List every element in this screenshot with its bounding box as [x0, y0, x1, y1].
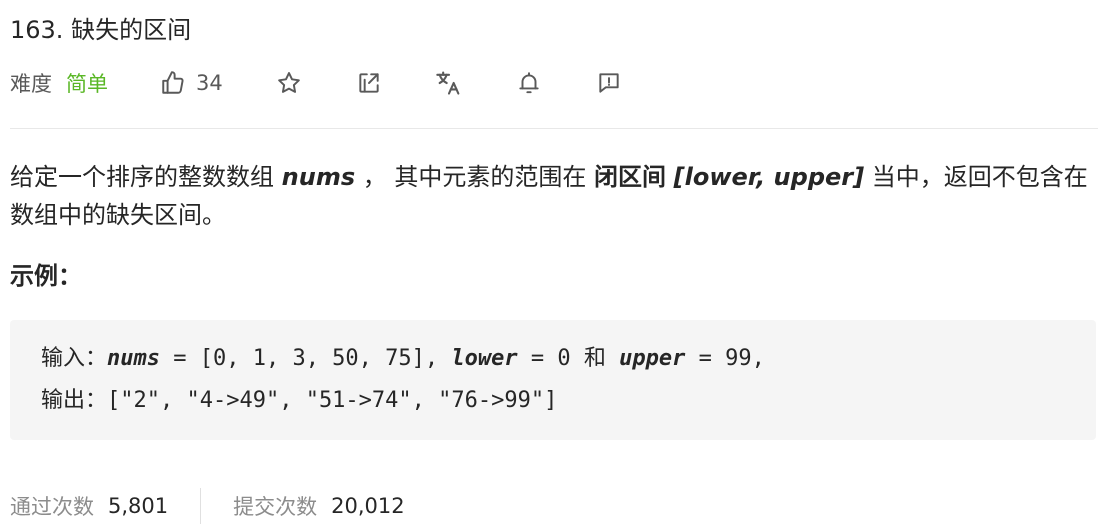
like-count: 34 — [196, 71, 223, 95]
output-value: ["2", "4->49", "51->74", "76->99"] — [107, 388, 558, 413]
desc-text: ， 其中元素的范围在 — [355, 163, 594, 191]
upper-value: = 99, — [685, 346, 765, 371]
lower-keyword: lower — [451, 346, 518, 371]
translate-button[interactable] — [435, 69, 463, 97]
output-label: 输出： — [41, 388, 108, 413]
bell-icon — [516, 70, 542, 96]
nums-keyword: nums — [107, 346, 160, 371]
nums-value: = [0, 1, 3, 50, 75], — [160, 346, 452, 371]
favorite-button[interactable] — [275, 69, 303, 97]
desc-text: 给定一个排序的整数数组 — [10, 163, 282, 191]
input-label: 输入： — [41, 346, 108, 371]
share-button[interactable] — [355, 69, 383, 97]
example-code-block: 输入：nums = [0, 1, 3, 50, 75], lower = 0 和… — [10, 320, 1096, 440]
thumbs-up-icon — [160, 70, 186, 96]
and-text: 和 — [583, 346, 606, 371]
example-title: 示例： — [10, 262, 82, 290]
submissions-label: 提交次数 — [233, 495, 318, 519]
accepted-value: 5,801 — [108, 494, 169, 518]
star-icon — [276, 70, 302, 96]
example-output-line: 输出：["2", "4->49", "51->74", "76->99"] — [41, 386, 557, 416]
like-button[interactable]: 34 — [160, 70, 223, 96]
desc-range: [lower, upper] — [673, 163, 865, 191]
problem-title: 163. 缺失的区间 — [10, 16, 192, 44]
submission-stats: 通过次数 5,801 提交次数 20,012 — [10, 488, 405, 524]
meta-row: 难度 简单 34 — [10, 66, 623, 100]
problem-page: 163. 缺失的区间 难度 简单 34 给定一个排序的整数数组 nums ， 其… — [0, 0, 1109, 530]
problem-description: 给定一个排序的整数数组 nums ， 其中元素的范围在 闭区间 [lower, … — [10, 158, 1100, 234]
desc-nums: nums — [281, 163, 356, 191]
feedback-button[interactable] — [595, 69, 623, 97]
stats-divider — [200, 488, 202, 524]
share-icon — [356, 70, 382, 96]
translate-icon — [435, 69, 463, 97]
notify-button[interactable] — [515, 69, 543, 97]
accepted-label: 通过次数 — [10, 495, 94, 519]
upper-keyword: upper — [619, 346, 686, 371]
difficulty-label: 难度 — [10, 72, 52, 96]
example-input-line: 输入：nums = [0, 1, 3, 50, 75], lower = 0 和… — [41, 344, 765, 374]
feedback-icon — [596, 70, 622, 96]
submissions-value: 20,012 — [331, 494, 405, 518]
header-divider — [10, 128, 1098, 129]
desc-closed-interval: 闭区间 — [594, 163, 666, 191]
lower-value: = 0 — [517, 346, 584, 371]
difficulty-badge: 简单 — [66, 72, 108, 96]
